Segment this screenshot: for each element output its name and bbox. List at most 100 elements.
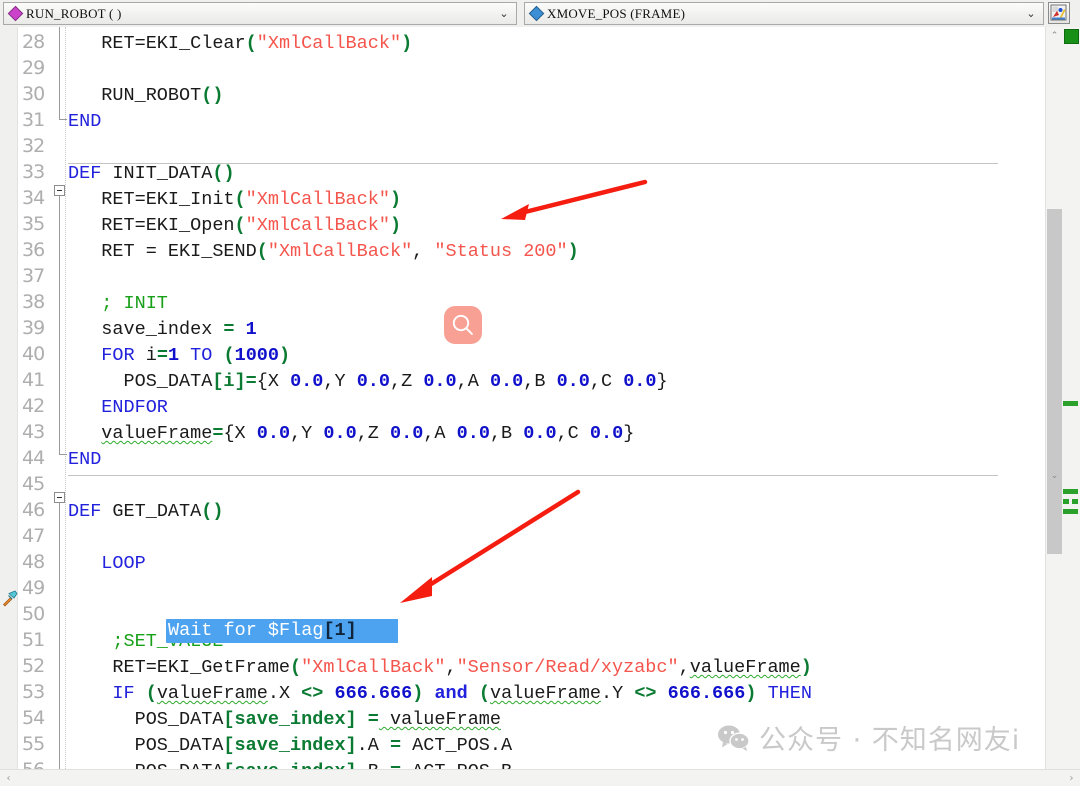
code-token: ) <box>389 215 402 236</box>
routine-selector-combo[interactable]: RUN_ROBOT ( ) ⌄ <box>3 2 517 25</box>
code-line[interactable]: RET=EKI_GetFrame("XmlCallBack","Sensor/R… <box>112 655 811 681</box>
code-token: <> <box>301 683 324 704</box>
line-number: 42 <box>22 395 45 417</box>
scroll-down-arrow-icon[interactable]: ⌄ <box>1046 467 1063 484</box>
code-token: , <box>412 241 435 262</box>
code-editor[interactable]: 28 RET=EKI_Clear("XmlCallBack") 29 30 RUN_RO… <box>0 27 1080 769</box>
scroll-up-arrow-icon[interactable]: ⌃ <box>1046 27 1063 44</box>
code-token: = <box>245 371 257 392</box>
code-token: [save_index] <box>223 709 357 730</box>
flag-index-text: [1] <box>323 620 357 641</box>
code-token: DEF <box>68 163 102 184</box>
code-token: valueFrame <box>689 657 801 678</box>
code-token: ) <box>279 345 291 366</box>
hammer-icon[interactable] <box>1 590 18 612</box>
chevron-down-icon[interactable]: ⌄ <box>1019 8 1043 19</box>
wechat-watermark-text: 公众号 · 不知名网友i <box>759 725 1021 756</box>
code-text-area[interactable]: 28 RET=EKI_Clear("XmlCallBack") 29 30 RUN_RO… <box>0 27 1045 769</box>
code-token: RET = EKI_SEND <box>101 241 257 262</box>
code-line[interactable]: DEF GET_DATA() <box>68 499 223 525</box>
code-line[interactable]: RET = EKI_SEND("XmlCallBack", "Status 20… <box>101 239 578 265</box>
code-line[interactable]: POS_DATA[save_index].A = ACT_POS.A <box>135 733 513 759</box>
code-token: .X <box>267 683 302 704</box>
vertical-scrollbar-thumb[interactable] <box>1047 209 1062 554</box>
code-token: "XmlCallBack" <box>245 215 390 236</box>
code-token: FOR <box>101 345 135 366</box>
chevron-down-icon[interactable]: ⌄ <box>492 8 516 19</box>
scroll-left-arrow-icon[interactable]: ‹ <box>0 770 17 786</box>
code-line[interactable]: DEF INIT_DATA() <box>68 161 235 187</box>
vertical-scrollbar[interactable]: ⌃ ⌄ <box>1045 27 1062 769</box>
code-line[interactable]: RET=EKI_Open("XmlCallBack") <box>101 213 401 239</box>
fold-end-marker <box>59 454 67 455</box>
line-number: 56 <box>18 759 62 769</box>
code-token: ) <box>567 241 579 262</box>
code-token: ENDFOR <box>101 397 168 418</box>
code-marker-strip[interactable] <box>1062 27 1080 769</box>
fold-collapse-icon[interactable] <box>54 185 65 196</box>
code-line[interactable]: save_index = 1 <box>101 317 256 343</box>
code-marker[interactable] <box>1063 509 1078 514</box>
code-line[interactable]: valueFrame={X 0.0,Y 0.0,Z 0.0,A 0.0,B 0.… <box>101 421 634 447</box>
line-number: 40 <box>22 343 45 365</box>
code-token: LOOP <box>101 553 146 574</box>
line-number: 33 <box>22 161 45 183</box>
code-token: valueFrame <box>378 709 501 730</box>
code-line[interactable]: POS_DATA[i]={X 0.0,Y 0.0,Z 0.0,A 0.0,B 0… <box>124 369 668 395</box>
fold-collapse-icon[interactable] <box>54 492 65 503</box>
code-line[interactable]: IF (valueFrame.X <> 666.666) and (valueF… <box>112 681 812 707</box>
code-line[interactable]: POS_DATA[save_index].B = ACT_POS.B <box>135 759 513 769</box>
code-token: 0.0 <box>356 371 390 392</box>
code-token: <> <box>634 683 657 704</box>
code-line[interactable]: RET=EKI_Init("XmlCallBack") <box>101 187 401 213</box>
code-line[interactable]: RET=EKI_Clear("XmlCallBack") <box>101 31 412 57</box>
code-token: RET=EKI_Open <box>101 215 235 236</box>
code-token: () <box>201 85 224 106</box>
line-number: 30 <box>22 83 45 105</box>
variable-selector-combo[interactable]: XMOVE_POS (FRAME) ⌄ <box>524 2 1044 25</box>
line-number: 31 <box>22 109 45 131</box>
code-line[interactable]: END <box>68 447 101 473</box>
code-marker[interactable] <box>1063 489 1078 494</box>
code-token: ,Y <box>323 371 357 392</box>
code-line[interactable]: ; INIT <box>101 291 168 317</box>
code-token: .A <box>356 735 390 756</box>
code-token: ) <box>389 189 402 210</box>
code-marker[interactable] <box>1063 401 1078 406</box>
code-token: = <box>390 761 401 769</box>
code-line[interactable]: LOOP <box>101 551 145 577</box>
code-token: 0.0 <box>423 371 457 392</box>
code-token: 1 <box>167 345 180 366</box>
code-marker[interactable] <box>1072 499 1078 504</box>
code-line[interactable]: POS_DATA[save_index] = valueFrame <box>135 707 501 733</box>
horizontal-scrollbar[interactable]: ‹ › <box>0 769 1080 786</box>
code-token: ,B <box>489 423 524 444</box>
code-token: 0.0 <box>556 371 590 392</box>
code-token: 0.0 <box>589 423 624 444</box>
color-palette-icon[interactable] <box>1048 2 1070 24</box>
code-line[interactable]: RUN_ROBOT() <box>101 83 223 109</box>
line-number: 36 <box>22 239 45 261</box>
line-number: 47 <box>22 525 45 547</box>
code-token: THEN <box>767 683 812 704</box>
code-token: ,Z <box>390 371 424 392</box>
code-token: ; INIT <box>101 293 168 314</box>
code-line[interactable]: FOR i=1 TO (1000) <box>101 343 290 369</box>
code-marker[interactable] <box>1063 499 1069 504</box>
code-token: RET=EKI_Init <box>101 189 235 210</box>
line-number: 43 <box>22 421 45 443</box>
code-line[interactable]: ENDFOR <box>101 395 168 421</box>
scroll-right-arrow-icon[interactable]: › <box>1063 770 1080 786</box>
variable-selector-label: XMOVE_POS (FRAME) <box>547 5 686 21</box>
code-token: POS_DATA <box>134 735 224 756</box>
code-token: .Y <box>601 683 635 704</box>
line-number: 52 <box>22 655 45 677</box>
code-line[interactable]: END <box>68 109 101 135</box>
marker-top-square[interactable] <box>1064 29 1079 44</box>
fold-guide-line <box>59 27 60 119</box>
code-token: ,A <box>456 371 490 392</box>
code-token: ,Z <box>356 423 390 444</box>
code-token: , <box>445 657 457 678</box>
